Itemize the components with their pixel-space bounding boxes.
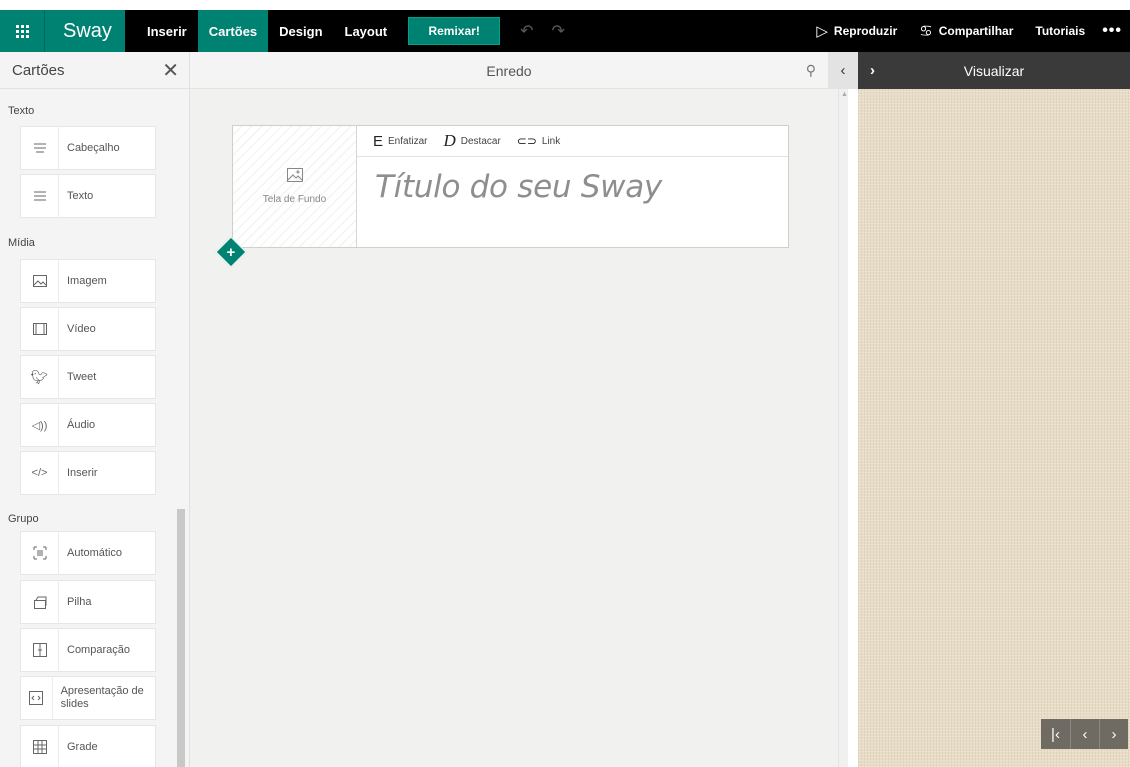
- accent-label: Destacar: [460, 135, 501, 147]
- text-icon: [21, 174, 59, 218]
- storyline-title: Enredo: [486, 62, 532, 79]
- emphasize-button[interactable]: E Enfatizar: [373, 133, 427, 150]
- background-slot[interactable]: Tela de Fundo: [233, 126, 357, 247]
- card-label: Apresentação de slides: [60, 685, 144, 710]
- share-person-icon: ♋: [919, 23, 933, 40]
- card-slideshow[interactable]: Apresentação de slides: [20, 676, 156, 720]
- twitter-icon: 🐦︎: [21, 355, 59, 399]
- card-label: Grade: [67, 740, 98, 753]
- scroll-up-icon[interactable]: ▲: [841, 91, 848, 98]
- search-icon[interactable]: ⚲: [806, 62, 816, 79]
- card-embed[interactable]: </> Inserir: [20, 451, 156, 495]
- card-comparison[interactable]: Comparação: [20, 628, 156, 672]
- remix-button[interactable]: Remixar!: [408, 17, 501, 45]
- close-icon[interactable]: ✕: [162, 58, 179, 83]
- tab-layout[interactable]: Layout: [334, 10, 399, 52]
- card-label: Imagem: [67, 274, 107, 287]
- card-label: Automático: [67, 546, 123, 559]
- tab-design[interactable]: Design: [268, 10, 333, 52]
- app-launcher-button[interactable]: [0, 10, 44, 52]
- card-stack[interactable]: Pilha: [20, 580, 156, 624]
- comparison-icon: [21, 628, 59, 672]
- link-button[interactable]: ⊂⊃ Link: [517, 134, 560, 148]
- card-label: Inserir: [67, 466, 98, 479]
- card-tweet[interactable]: 🐦︎ Tweet: [20, 355, 156, 399]
- emphasize-icon: E: [373, 132, 384, 150]
- title-input[interactable]: Título do seu Sway: [357, 157, 788, 217]
- preview-title: Visualizar: [963, 62, 1025, 79]
- card-label: Texto: [67, 189, 94, 202]
- image-icon: [21, 259, 59, 303]
- section-label-text: Texto: [8, 105, 35, 117]
- card-image[interactable]: Imagem: [20, 259, 156, 303]
- card-automatic[interactable]: Automático: [20, 531, 156, 575]
- section-label-group: Grupo: [8, 513, 39, 525]
- next-slide-icon[interactable]: ›: [1099, 719, 1128, 749]
- video-icon: [21, 307, 59, 351]
- app-header: Sway Inserir Cartões Design Layout Remix…: [0, 10, 1130, 52]
- play-label: Reproduzir: [833, 24, 898, 38]
- waffle-icon: [15, 24, 29, 38]
- tab-insert[interactable]: Inserir: [125, 10, 198, 52]
- title-card[interactable]: Tela de Fundo E Enfatizar D Destacar ⊂⊃ …: [232, 125, 789, 248]
- storyline-header: Enredo ⚲: [190, 52, 828, 89]
- collapse-preview-button[interactable]: ‹: [828, 52, 858, 89]
- cards-panel-header: Cartões ✕: [0, 52, 190, 89]
- card-heading[interactable]: Cabeçalho: [20, 126, 156, 170]
- image-icon: [286, 168, 303, 186]
- panel-header-bar: Cartões ✕ Enredo ⚲ ‹ › Visualizar: [0, 52, 1130, 89]
- accent-icon: D: [443, 131, 456, 150]
- card-label: Comparação: [67, 643, 130, 656]
- card-video[interactable]: Vídeo: [20, 307, 156, 351]
- card-label: Tweet: [67, 370, 97, 383]
- undo-icon[interactable]: ↶: [520, 21, 533, 41]
- redo-icon[interactable]: ↷: [552, 21, 565, 41]
- chevron-right-icon[interactable]: ›: [870, 62, 875, 79]
- card-label: Cabeçalho: [67, 141, 120, 154]
- card-grid[interactable]: Grade: [20, 725, 156, 767]
- share-button[interactable]: ♋ Compartilhar: [908, 10, 1024, 52]
- link-label: Link: [541, 135, 561, 147]
- section-label-media: Mídia: [8, 237, 35, 249]
- tutorials-button[interactable]: Tutoriais: [1024, 10, 1096, 52]
- preview-navigation: |‹ ‹ ›: [1041, 719, 1128, 749]
- card-text[interactable]: Texto: [20, 174, 156, 218]
- tab-cards[interactable]: Cartões: [197, 10, 269, 52]
- emphasize-label: Enfatizar: [388, 135, 428, 147]
- card-label: Pilha: [67, 595, 92, 608]
- play-button[interactable]: ▷ Reproduzir: [805, 10, 908, 52]
- preview-pane: |‹ ‹ ›: [858, 89, 1130, 767]
- more-options-button[interactable]: •••: [1096, 10, 1130, 52]
- grid-icon: [21, 725, 59, 767]
- play-icon: ▷: [816, 23, 828, 40]
- stack-icon: [21, 580, 59, 624]
- cards-panel: Texto Cabeçalho Texto Mídia Imagem Vídeo…: [0, 89, 190, 767]
- cards-panel-title: Cartões: [12, 62, 65, 79]
- first-slide-icon[interactable]: |‹: [1041, 719, 1070, 749]
- automatic-group-icon: [21, 531, 59, 575]
- cards-panel-scrollbar[interactable]: [177, 509, 185, 767]
- share-label: Compartilhar: [938, 24, 1014, 38]
- card-audio[interactable]: ◁)) Áudio: [20, 403, 156, 447]
- previous-slide-icon[interactable]: ‹: [1070, 719, 1099, 749]
- embed-icon: </>: [21, 451, 59, 495]
- accent-button[interactable]: D Destacar: [443, 131, 500, 151]
- plus-icon: +: [226, 243, 236, 261]
- background-label: Tela de Fundo: [262, 194, 327, 205]
- link-icon: ⊂⊃: [516, 134, 537, 148]
- audio-icon: ◁)): [21, 403, 59, 447]
- text-format-toolbar: E Enfatizar D Destacar ⊂⊃ Link: [357, 126, 788, 157]
- preview-header: › Visualizar: [858, 52, 1130, 89]
- slideshow-icon: [21, 676, 53, 720]
- storyline-scrollbar[interactable]: ▲: [838, 89, 848, 767]
- card-label: Áudio: [67, 418, 96, 431]
- chevron-left-icon: ‹: [840, 62, 846, 79]
- storyline-canvas: Tela de Fundo E Enfatizar D Destacar ⊂⊃ …: [190, 89, 848, 767]
- app-brand[interactable]: Sway: [44, 10, 125, 52]
- card-label: Vídeo: [67, 322, 96, 335]
- heading-icon: [21, 126, 59, 170]
